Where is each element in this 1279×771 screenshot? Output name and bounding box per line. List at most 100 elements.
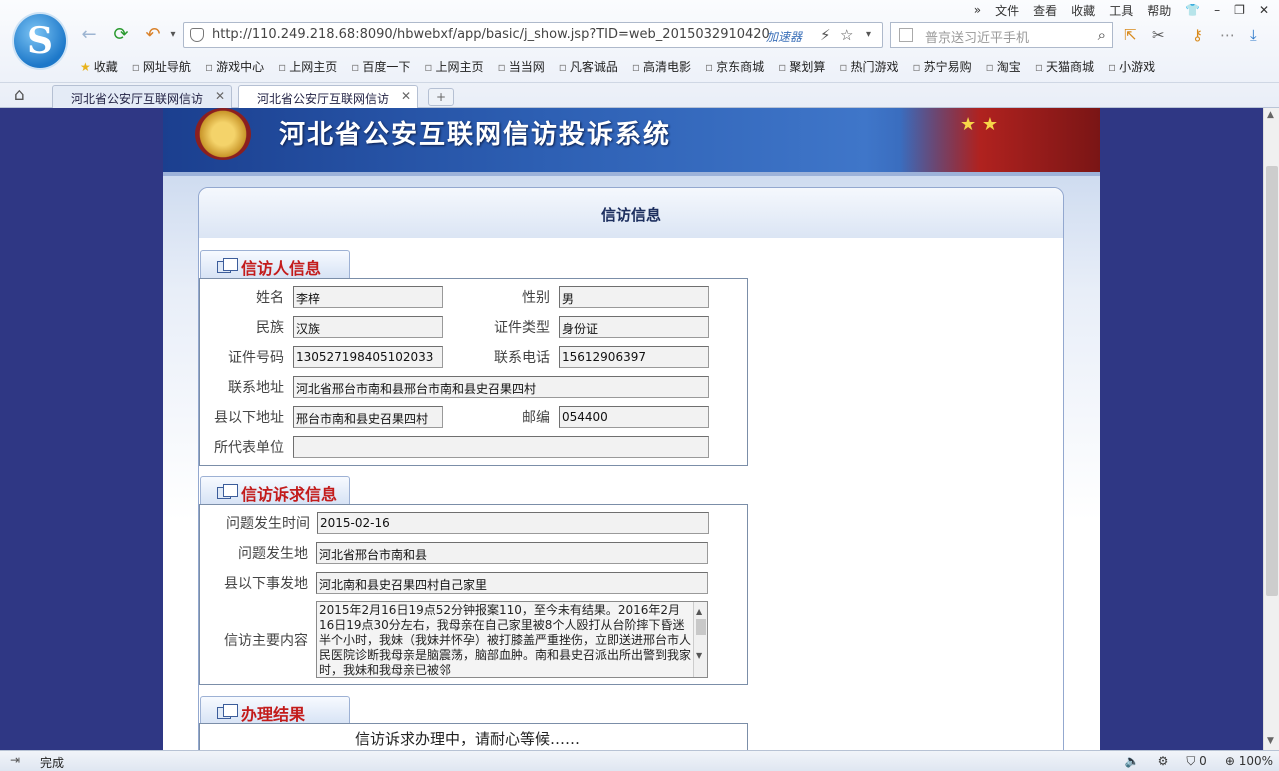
share-icon[interactable]: ⇱ (1124, 26, 1137, 44)
status-text: 完成 (40, 756, 65, 770)
complaint-box: 问题发生时间 2015-02-16 问题发生地 河北省邢台市南和县 县以下事发地… (199, 504, 748, 685)
bookmark-item[interactable]: 凡客诚品 (559, 58, 618, 75)
sidebar-toggle-icon[interactable]: ⇥ (10, 753, 20, 767)
browser-logo[interactable]: S (12, 12, 68, 70)
issue-place-field[interactable]: 河北省邢台市南和县 (316, 542, 708, 564)
bookmark-item[interactable]: 淘宝 (986, 58, 1021, 75)
bookmark-item[interactable]: 上网主页 (278, 58, 337, 75)
more-icon[interactable]: ⋯ (1220, 26, 1235, 44)
scroll-up-icon[interactable]: ▲ (1267, 110, 1274, 120)
page-scrollbar[interactable]: ▲ ▼ (1263, 108, 1279, 750)
skin-icon[interactable]: 👕 (1185, 3, 1200, 17)
address-field[interactable]: 河北省邢台市南和县邢台市南和县史召果四村 (293, 376, 709, 398)
download-icon[interactable]: ⤓ (1250, 26, 1257, 44)
menu-tools[interactable]: 工具 (1109, 2, 1133, 19)
flag-decoration: ★ ★ (900, 108, 1100, 172)
scroll-up-icon[interactable]: ▲ (696, 604, 702, 619)
bookmark-item[interactable]: 游戏中心 (205, 58, 264, 75)
url-text[interactable]: http://110.249.218.68:8090/hbwebxf/app/b… (212, 27, 770, 42)
bookmark-favorites[interactable]: 收藏 (80, 58, 118, 75)
security-shield-icon (190, 28, 204, 42)
bookmark-item[interactable]: 高清电影 (632, 58, 691, 75)
gender-label: 性别 (522, 290, 550, 306)
tab-petition-1[interactable]: 河北省公安厅互联网信访 ✕ (52, 85, 232, 109)
ethnicity-field[interactable]: 汉族 (293, 316, 443, 338)
petitioner-box: 姓名 李梓 性别 男 民族 汉族 证件类型 身份证 证件号码 130527198… (199, 278, 748, 466)
scroll-down-icon[interactable]: ▼ (1267, 736, 1274, 746)
accelerator-link[interactable]: 加速器 (766, 28, 802, 45)
lightning-icon[interactable]: ⚡ (820, 26, 831, 44)
county-address-label: 县以下地址 (214, 410, 284, 426)
search-placeholder[interactable]: 普京送习近平手机 (925, 27, 1029, 46)
bookmark-item[interactable]: 百度一下 (351, 58, 410, 75)
address-dropdown-icon[interactable]: ▾ (866, 29, 871, 40)
new-tab-button[interactable]: + (428, 88, 454, 106)
county-address-field[interactable]: 邢台市南和县史召果四村 (293, 406, 443, 428)
content-textarea[interactable]: 2015年2月16日19点52分钟报案110，至今未有结果。2016年2月16日… (316, 601, 708, 678)
ethnicity-label: 民族 (256, 320, 284, 336)
bookmark-item[interactable]: 上网主页 (424, 58, 484, 75)
bookmark-item[interactable]: 小游戏 (1108, 58, 1155, 75)
id-number-field[interactable]: 130527198405102033 (293, 346, 443, 368)
close-tab-icon[interactable]: ✕ (215, 89, 225, 103)
home-icon[interactable]: ⌂ (14, 85, 25, 105)
scissors-icon[interactable]: ✂ (1152, 26, 1165, 44)
close-tab-icon[interactable]: ✕ (401, 89, 411, 103)
close-window-button[interactable]: ✕ (1259, 3, 1269, 17)
bookmark-item[interactable]: 网址导航 (132, 58, 191, 75)
refresh-button[interactable]: ⟳ (110, 24, 132, 46)
id-type-field[interactable]: 身份证 (559, 316, 709, 338)
undo-dropdown[interactable]: ▾ (162, 24, 184, 46)
bookmark-item[interactable]: 苏宁易购 (913, 58, 972, 75)
tab-petition-2[interactable]: 河北省公安厅互联网信访 ✕ (238, 85, 418, 109)
bookmark-item[interactable]: 聚划算 (778, 58, 825, 75)
search-box[interactable]: 普京送习近平手机 ⌕ (890, 22, 1113, 48)
search-icon[interactable]: ⌕ (1098, 26, 1106, 44)
represented-unit-label: 所代表单位 (214, 440, 284, 456)
address-bar[interactable]: http://110.249.218.68:8090/hbwebxf/app/b… (183, 22, 883, 48)
undo-button[interactable]: ↶ (142, 24, 164, 46)
undo-icon: ↶ (145, 24, 161, 45)
textarea-scrollbar[interactable]: ▲ ▼ (693, 602, 707, 677)
issue-place-label: 问题发生地 (238, 546, 308, 562)
blocked-count[interactable]: ⛉ 0 (1186, 754, 1206, 769)
zoom-value: 100% (1238, 754, 1273, 768)
content-label: 信访主要内容 (224, 633, 308, 649)
county-place-field[interactable]: 河北南和县史召果四村自己家里 (316, 572, 708, 594)
menu-expand-icon[interactable]: » (974, 3, 981, 17)
menu-help[interactable]: 帮助 (1147, 2, 1171, 19)
menu-file[interactable]: 文件 (995, 2, 1019, 19)
bookmark-item[interactable]: 当当网 (498, 58, 545, 75)
panel-header: 信访信息 (199, 188, 1063, 238)
tab-label: 河北省公安厅互联网信访 (71, 92, 204, 106)
county-place-label: 县以下事发地 (224, 576, 308, 592)
tools-icon[interactable]: ⚙ (1158, 754, 1169, 769)
textarea-scroll-thumb[interactable] (696, 619, 706, 635)
restore-button[interactable]: ❐ (1234, 3, 1245, 17)
page-scroll-thumb[interactable] (1266, 166, 1278, 596)
bookmark-item[interactable]: 天猫商城 (1035, 58, 1094, 75)
bookmark-item[interactable]: 京东商城 (705, 58, 764, 75)
zoom-control[interactable]: ⊕ 100% (1225, 754, 1273, 769)
phone-field[interactable]: 15612906397 (559, 346, 709, 368)
gender-field[interactable]: 男 (559, 286, 709, 308)
section-title: 办理结果 (241, 705, 306, 724)
name-field[interactable]: 李梓 (293, 286, 443, 308)
menu-view[interactable]: 查看 (1033, 2, 1057, 19)
back-button[interactable]: ← (78, 24, 100, 46)
content-text: 2015年2月16日19点52分钟报案110，至今未有结果。2016年2月16日… (319, 603, 692, 677)
bookmark-item[interactable]: 热门游戏 (839, 58, 898, 75)
key-icon[interactable]: ⚷ (1192, 26, 1203, 44)
postcode-field[interactable]: 054400 (559, 406, 709, 428)
minimize-button[interactable]: – (1214, 3, 1220, 17)
star-icon[interactable]: ☆ (840, 26, 853, 44)
search-engine-icon[interactable] (899, 28, 913, 42)
represented-unit-field[interactable] (293, 436, 709, 458)
issue-time-field[interactable]: 2015-02-16 (317, 512, 709, 534)
menu-favorites[interactable]: 收藏 (1071, 2, 1095, 19)
status-right: 🔈 ⚙ ⛉ 0 ⊕ 100% (1125, 754, 1273, 769)
scroll-down-icon[interactable]: ▼ (696, 648, 702, 663)
volume-icon[interactable]: 🔈 (1125, 754, 1140, 769)
site-banner: 河北省公安互联网信访投诉系统 ★ ★ (163, 108, 1100, 172)
tab-strip: ⌂ 河北省公安厅互联网信访 ✕ 河北省公安厅互联网信访 ✕ + (0, 82, 1279, 109)
